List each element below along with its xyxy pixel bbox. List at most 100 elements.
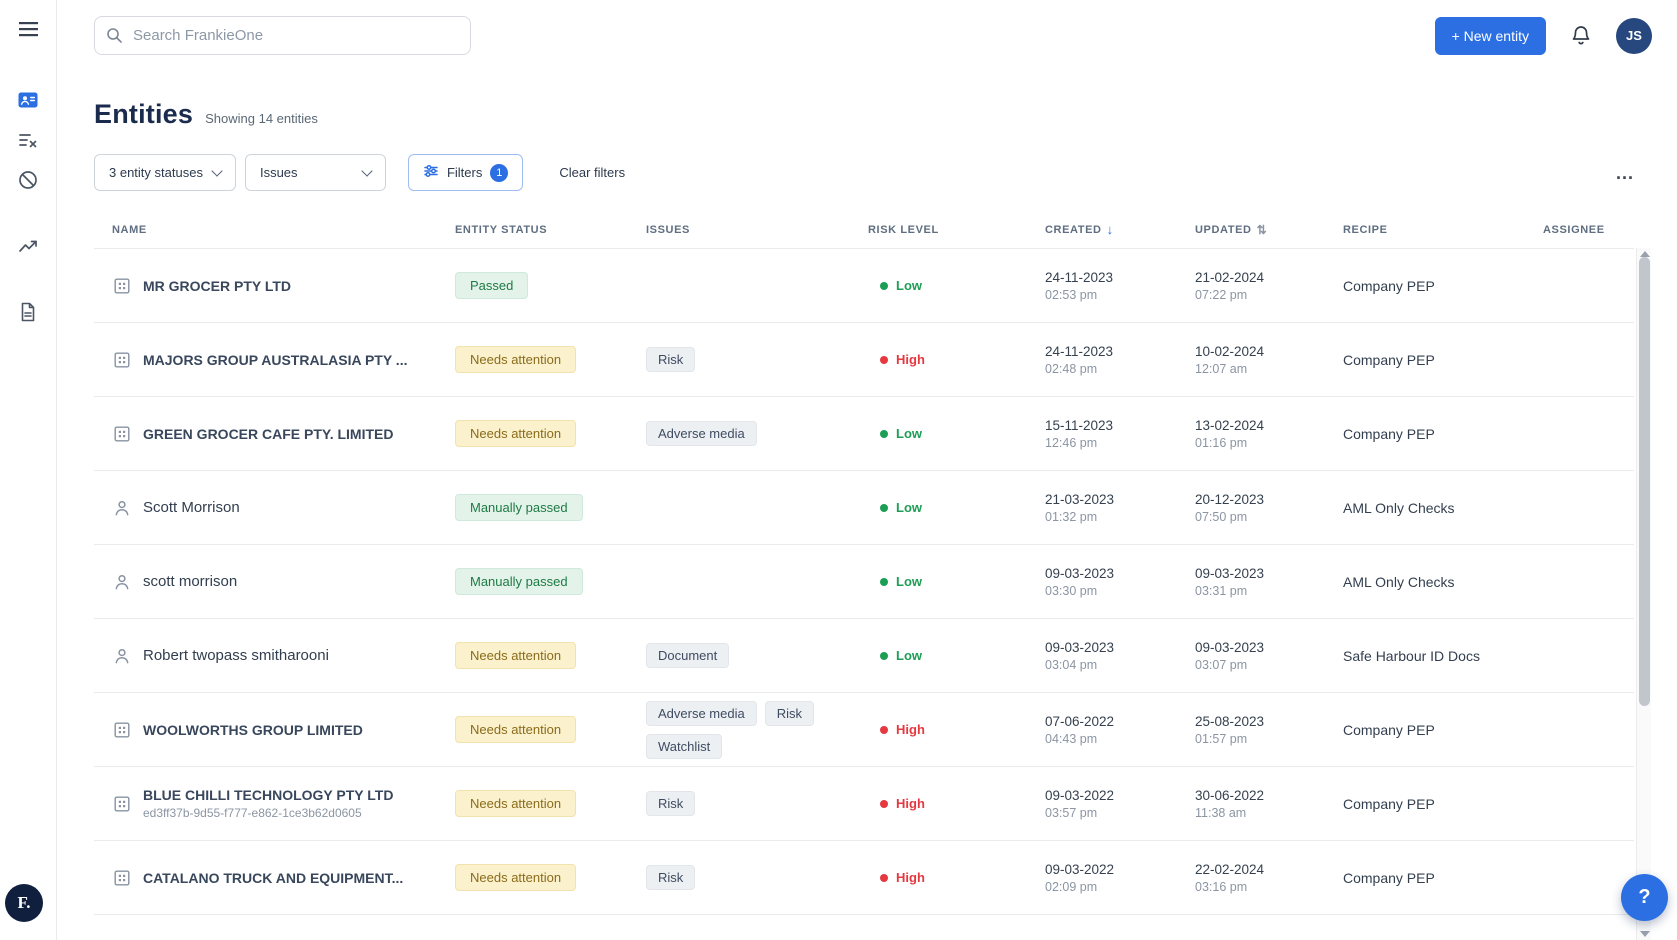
sliders-icon <box>423 163 439 182</box>
filters-button[interactable]: Filters 1 <box>408 154 523 191</box>
issues-cell: Risk <box>646 865 860 890</box>
col-assignee[interactable]: ASSIGNEE <box>1543 224 1634 236</box>
col-label: CREATED <box>1045 224 1102 236</box>
risk-cell: Low <box>868 574 1045 589</box>
date-value: 21-03-2023 <box>1045 492 1114 507</box>
date-value: 24-11-2023 <box>1045 344 1113 359</box>
issue-chip: Adverse media <box>646 701 757 726</box>
name-cell: WOOLWORTHS GROUP LIMITED <box>112 720 455 740</box>
col-risk-level[interactable]: RISK LEVEL <box>868 224 1045 236</box>
table-row[interactable]: WOOLWORTHS GROUP LIMITEDNeeds attentionA… <box>94 693 1634 767</box>
name-cell: CATALANO TRUCK AND EQUIPMENT... <box>112 868 455 888</box>
date-value: 09-03-2023 <box>1045 640 1114 655</box>
created-cell: 09-03-202203:57 pm <box>1045 788 1195 820</box>
hamburger-icon[interactable] <box>19 22 38 42</box>
scrollbar[interactable] <box>1636 248 1651 940</box>
date-value: 30-06-2022 <box>1195 788 1264 803</box>
entity-name[interactable]: MR GROCER PTY LTD <box>143 278 291 294</box>
sidebar-item-documents[interactable] <box>8 294 48 334</box>
col-label: ENTITY STATUS <box>455 224 547 236</box>
time-value: 03:31 pm <box>1195 584 1247 598</box>
col-updated[interactable]: UPDATED ⇅ <box>1195 223 1343 237</box>
frankieone-logo[interactable]: F. <box>5 884 43 922</box>
time-value: 01:32 pm <box>1045 510 1097 524</box>
notifications-bell-icon[interactable] <box>1570 24 1592 47</box>
status-badge: Needs attention <box>455 420 576 447</box>
col-name[interactable]: NAME <box>112 224 455 236</box>
name-cell: Scott Morrison <box>112 498 455 518</box>
table-row[interactable]: Scott Morrison Manually passed Low21-03-20… <box>94 471 1634 545</box>
col-created[interactable]: CREATED ↓ <box>1045 222 1195 237</box>
status-badge: Manually passed <box>455 494 583 521</box>
risk-label: High <box>896 722 925 737</box>
risk-cell: High <box>868 870 1045 885</box>
new-entity-button[interactable]: + New entity <box>1435 17 1546 55</box>
sort-desc-icon[interactable]: ↓ <box>1107 222 1114 237</box>
risk-label: High <box>896 796 925 811</box>
entity-name[interactable]: MAJORS GROUP AUSTRALASIA PTY ... <box>143 352 407 368</box>
search-input[interactable] <box>94 16 471 55</box>
issue-chip: Risk <box>646 791 695 816</box>
entity-statuses-dropdown[interactable]: 3 entity statuses <box>94 154 236 191</box>
col-entity-status[interactable]: ENTITY STATUS <box>455 224 646 236</box>
issue-chip: Risk <box>765 701 814 726</box>
status-cell: Needs attention <box>455 346 646 373</box>
issues-cell: Risk <box>646 347 860 372</box>
status-cell: Manually passed <box>455 494 646 521</box>
issues-dropdown[interactable]: Issues <box>245 154 386 191</box>
filters-button-label: Filters <box>447 165 482 180</box>
scrollbar-thumb[interactable] <box>1639 257 1650 706</box>
entity-statuses-label: 3 entity statuses <box>109 165 203 180</box>
date-value: 22-02-2024 <box>1195 862 1264 877</box>
company-icon <box>112 720 132 740</box>
table-row[interactable]: CATALANO TRUCK AND EQUIPMENT... Needs att… <box>94 841 1634 915</box>
risk-dot <box>880 356 888 364</box>
sort-toggle-icon[interactable]: ⇅ <box>1257 223 1268 237</box>
col-issues[interactable]: ISSUES <box>646 224 868 236</box>
sidebar-item-checklist[interactable] <box>8 122 48 162</box>
risk-label: High <box>896 870 925 885</box>
sidebar-item-blocklist[interactable] <box>8 162 48 202</box>
person-icon <box>112 498 132 518</box>
entity-name[interactable]: scott morrison <box>143 573 237 590</box>
status-cell: Manually passed <box>455 568 646 595</box>
created-cell: 15-11-202312:46 pm <box>1045 418 1195 450</box>
company-icon <box>112 350 132 370</box>
table-row[interactable]: GREEN GROCER CAFE PTY. LIMITED Needs atte… <box>94 397 1634 471</box>
status-cell: Needs attention <box>455 420 646 447</box>
table-row[interactable]: scott morrisonManually passedLow09-03-20… <box>94 545 1634 619</box>
col-label: UPDATED <box>1195 224 1252 236</box>
table-row[interactable]: MAJORS GROUP AUSTRALASIA PTY ... Needs at… <box>94 323 1634 397</box>
more-options-button[interactable]: ... <box>1616 168 1634 178</box>
name-cell: scott morrison <box>112 572 455 592</box>
time-value: 07:22 pm <box>1195 288 1247 302</box>
table-row[interactable]: Robert twopass smitharooniNeeds attentio… <box>94 619 1634 693</box>
issues-cell: Adverse media <box>646 421 860 446</box>
entity-name[interactable]: Robert twopass smitharooni <box>143 647 329 664</box>
entity-name[interactable]: BLUE CHILLI TECHNOLOGY PTY LTD <box>143 787 393 803</box>
col-recipe[interactable]: RECIPE <box>1343 224 1543 236</box>
entity-name[interactable]: Scott Morrison <box>143 499 240 516</box>
time-value: 02:53 pm <box>1045 288 1097 302</box>
sidebar-item-entities[interactable] <box>8 82 48 122</box>
entity-name[interactable]: WOOLWORTHS GROUP LIMITED <box>143 722 363 738</box>
risk-dot <box>880 800 888 808</box>
scroll-down-icon[interactable] <box>1640 931 1650 937</box>
risk-cell: High <box>868 352 1045 367</box>
issues-dropdown-label: Issues <box>260 165 298 180</box>
risk-cell: Low <box>868 500 1045 515</box>
status-badge: Manually passed <box>455 568 583 595</box>
entity-name[interactable]: GREEN GROCER CAFE PTY. LIMITED <box>143 426 393 442</box>
table-row[interactable]: MR GROCER PTY LTDPassedLow24-11-202302:5… <box>94 249 1634 323</box>
company-icon <box>112 276 132 296</box>
user-avatar[interactable]: JS <box>1616 18 1652 54</box>
help-button[interactable]: ? <box>1621 874 1668 921</box>
status-badge: Needs attention <box>455 864 576 891</box>
sidebar-item-analytics[interactable] <box>8 228 48 268</box>
entity-id: ed3ff37b-9d55-f777-e862-1ce3b62d0605 <box>143 806 393 820</box>
entity-name[interactable]: CATALANO TRUCK AND EQUIPMENT... <box>143 870 403 886</box>
table-row[interactable]: BLUE CHILLI TECHNOLOGY PTY LTD ed3ff37b-9… <box>94 767 1634 841</box>
issues-cell: Risk <box>646 791 860 816</box>
issues-cell: Document <box>646 643 860 668</box>
clear-filters-link[interactable]: Clear filters <box>559 165 625 180</box>
